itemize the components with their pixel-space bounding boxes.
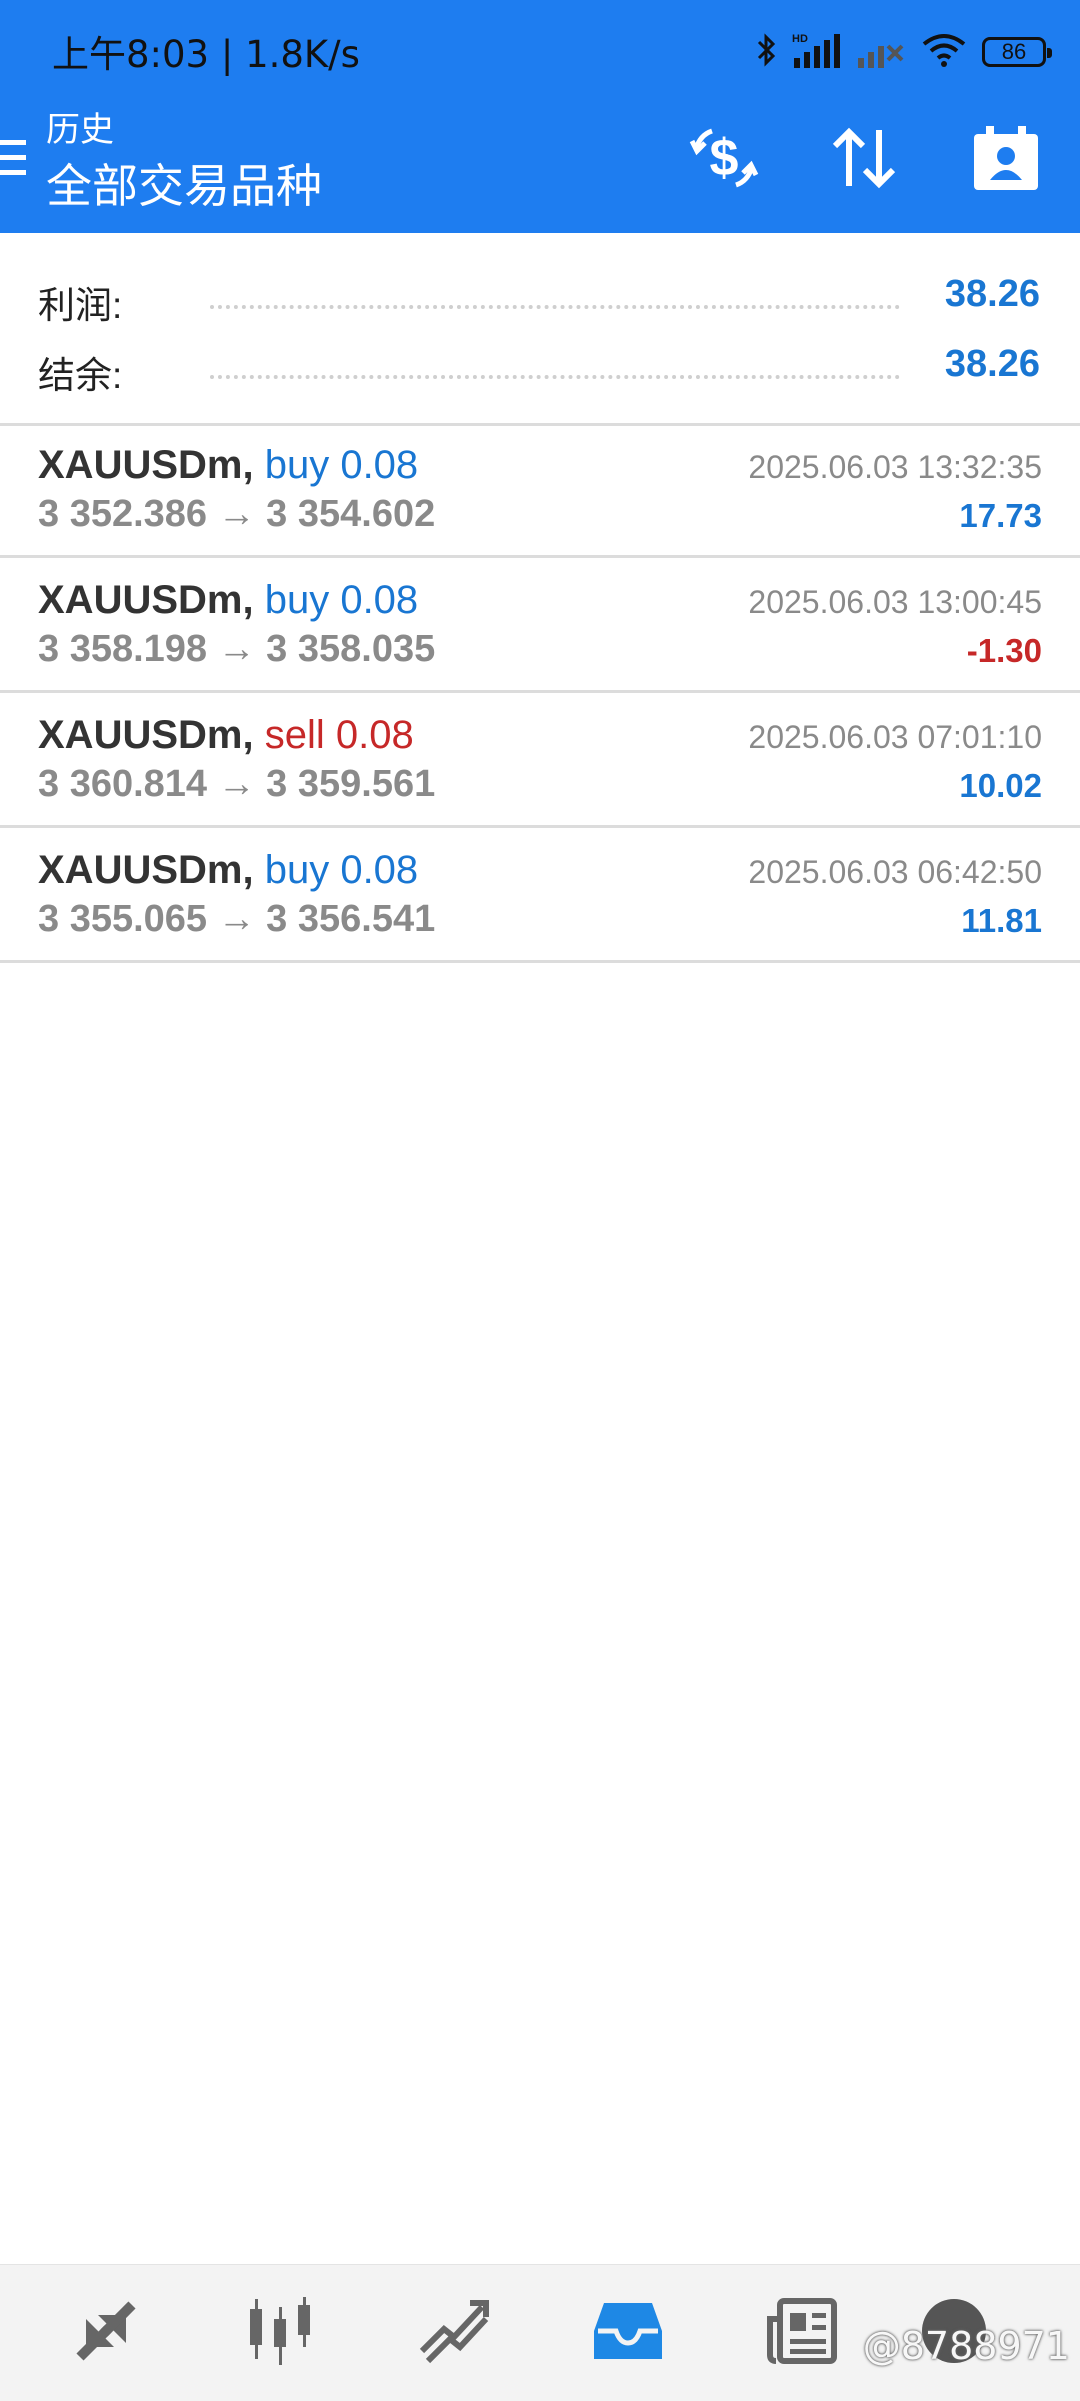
trade-side: buy 0.08 — [264, 848, 419, 892]
status-icons: HD 86 — [756, 24, 1052, 80]
trade-row[interactable]: XAUUSDm, sell 0.08 3 360.814 → 3 359.561… — [0, 693, 1080, 828]
symbol-text: XAUUSDm, — [38, 443, 254, 487]
trade-time: 2025.06.03 06:42:50 — [748, 854, 1042, 890]
nav-quotes[interactable] — [66, 2293, 146, 2373]
balance-label: 结余: — [38, 355, 123, 396]
balance-value: 38.26 — [944, 343, 1040, 385]
app-header: 上午8:03 | 1.8K/s HD 86 历史 全部交易品种 $ — [0, 0, 1080, 233]
symbol-text: XAUUSDm, — [38, 848, 254, 892]
profit-label: 利润: — [38, 285, 123, 326]
calendar-person-icon — [972, 124, 1040, 197]
nav-chart[interactable] — [240, 2293, 320, 2373]
trade-row[interactable]: XAUUSDm, buy 0.08 3 358.198 → 3 358.035 … — [0, 558, 1080, 693]
svg-text:$: $ — [710, 129, 739, 187]
sort-icon — [831, 126, 897, 195]
trade-prices: 3 355.065 → 3 356.541 — [38, 898, 436, 940]
news-icon — [766, 2295, 838, 2372]
currency-exchange-button[interactable]: $ — [682, 118, 766, 202]
profit-value: 38.26 — [944, 273, 1040, 315]
watermark: @8788971 — [862, 2324, 1070, 2368]
sort-button[interactable] — [822, 118, 906, 202]
page-subtitle: 历史 — [46, 111, 114, 149]
trade-symbol: XAUUSDm, buy 0.08 — [38, 578, 418, 623]
trade-profit: 17.73 — [959, 497, 1042, 534]
symbol-text: XAUUSDm, — [38, 713, 254, 757]
trade-side: sell 0.08 — [264, 713, 414, 757]
dotted-leader — [210, 375, 900, 379]
svg-text:HD: HD — [792, 33, 808, 45]
trade-row[interactable]: XAUUSDm, buy 0.08 3 352.386 → 3 354.602 … — [0, 423, 1080, 558]
calendar-button[interactable] — [964, 118, 1048, 202]
trade-time: 2025.06.03 13:00:45 — [748, 584, 1042, 620]
trade-profit: 10.02 — [959, 767, 1042, 804]
trade-prices: 3 360.814 → 3 359.561 — [38, 763, 436, 805]
trade-icon — [418, 2295, 490, 2372]
trade-side: buy 0.08 — [264, 578, 419, 622]
menu-icon[interactable] — [0, 138, 28, 178]
page-title[interactable]: 全部交易品种 — [46, 150, 322, 216]
battery-icon: 86 — [982, 37, 1052, 67]
trade-time: 2025.06.03 07:01:10 — [748, 719, 1042, 755]
trade-history-list: XAUUSDm, buy 0.08 3 352.386 → 3 354.602 … — [0, 423, 1080, 963]
trade-row[interactable]: XAUUSDm, buy 0.08 3 355.065 → 3 356.541 … — [0, 828, 1080, 963]
history-icon — [592, 2295, 664, 2372]
chart-icon — [244, 2295, 316, 2372]
status-time: 上午8:03 | 1.8K/s — [52, 33, 360, 76]
profit-row: 利润: 38.26 — [0, 263, 1080, 333]
trade-prices: 3 358.198 → 3 358.035 — [38, 628, 436, 670]
summary-panel: 利润: 38.26 结余: 38.26 — [0, 233, 1080, 426]
nav-news[interactable] — [762, 2293, 842, 2373]
currency-exchange-icon: $ — [686, 123, 762, 198]
trade-symbol: XAUUSDm, buy 0.08 — [38, 443, 418, 488]
trade-symbol: XAUUSDm, buy 0.08 — [38, 848, 418, 893]
dotted-leader — [210, 305, 900, 309]
quotes-icon — [70, 2295, 142, 2372]
trade-time: 2025.06.03 13:32:35 — [748, 449, 1042, 485]
bluetooth-icon — [756, 32, 778, 73]
trade-symbol: XAUUSDm, sell 0.08 — [38, 713, 414, 758]
nav-history[interactable] — [588, 2293, 668, 2373]
balance-row: 结余: 38.26 — [0, 333, 1080, 403]
wifi-icon — [920, 30, 968, 75]
signal-2-icon — [856, 30, 906, 75]
trade-side: buy 0.08 — [264, 443, 419, 487]
nav-trade[interactable] — [414, 2293, 494, 2373]
trade-prices: 3 352.386 → 3 354.602 — [38, 493, 436, 535]
trade-profit: 11.81 — [961, 902, 1042, 939]
symbol-text: XAUUSDm, — [38, 578, 254, 622]
trade-profit: -1.30 — [966, 632, 1042, 669]
status-bar: 上午8:03 | 1.8K/s HD 86 — [0, 0, 1080, 100]
signal-icon: HD — [792, 30, 842, 75]
